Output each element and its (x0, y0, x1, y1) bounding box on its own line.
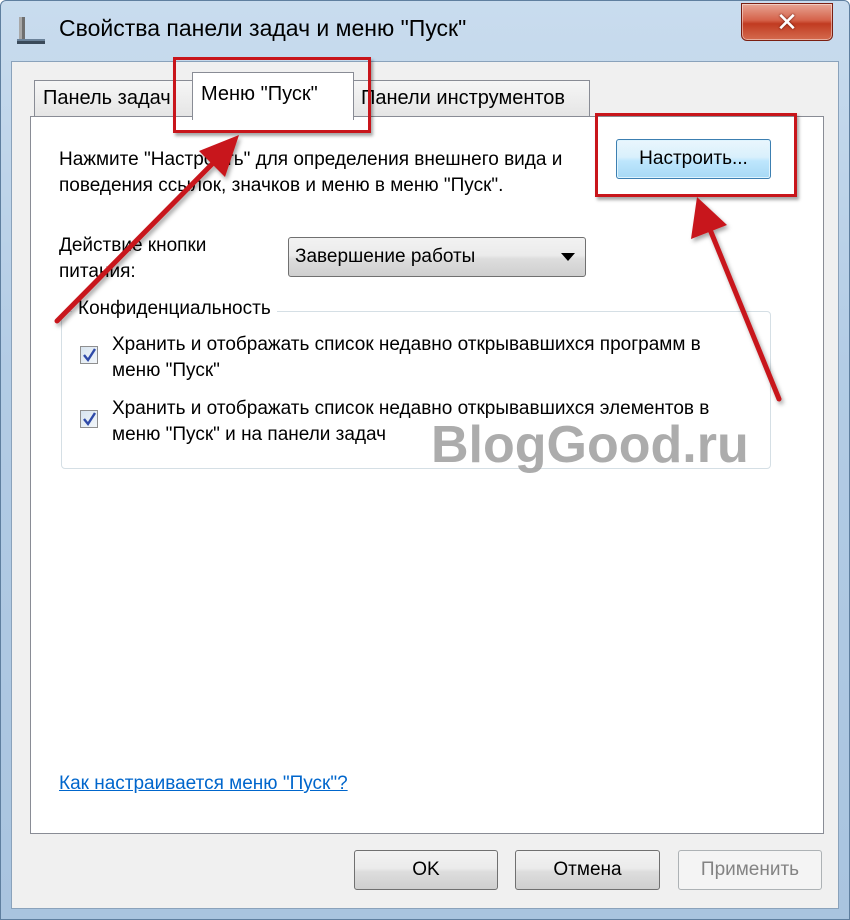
recent-items-checkbox[interactable] (80, 410, 98, 428)
tab-taskbar-label: Панель задач (43, 87, 171, 109)
taskbar-properties-icon (17, 17, 45, 44)
tab-toolbars-label: Панели инструментов (361, 87, 566, 109)
checkmark-icon (83, 348, 97, 363)
watermark: BlogGood.ru (431, 416, 749, 474)
power-button-label: Действие кнопки питания: (59, 235, 207, 282)
start-menu-tab-panel: Нажмите "Настроить" для определения внеш… (30, 116, 824, 834)
close-button[interactable]: ✕ (741, 3, 833, 41)
title-bar[interactable]: Свойства панели задач и меню "Пуск" ✕ (1, 1, 849, 61)
close-icon: ✕ (776, 7, 798, 37)
ok-button[interactable]: OK (354, 850, 498, 890)
cancel-button[interactable]: Отмена (515, 850, 660, 890)
privacy-legend: Конфиденциальность (72, 298, 277, 320)
apply-button[interactable]: Применить (678, 850, 822, 890)
dialog-window: Свойства панели задач и меню "Пуск" ✕ Па… (0, 0, 850, 920)
tab-toolbars[interactable]: Панели инструментов (352, 80, 590, 118)
window-title: Свойства панели задач и меню "Пуск" (59, 15, 467, 41)
customize-description: Нажмите "Настроить" для определения внеш… (59, 149, 563, 196)
power-button-action-select[interactable]: Завершение работы (288, 237, 586, 277)
tab-taskbar[interactable]: Панель задач (34, 80, 194, 118)
recent-programs-checkbox[interactable] (80, 346, 98, 364)
checkmark-icon (83, 412, 97, 427)
dropdown-arrow-icon (561, 253, 575, 261)
recent-programs-label: Хранить и отображать список недавно откр… (112, 334, 701, 381)
start-menu-help-link[interactable]: Как настраивается меню "Пуск"? (59, 773, 348, 795)
power-button-action-value: Завершение работы (295, 246, 476, 267)
highlight-box-start-tab (173, 57, 371, 133)
highlight-box-customize (595, 113, 797, 197)
